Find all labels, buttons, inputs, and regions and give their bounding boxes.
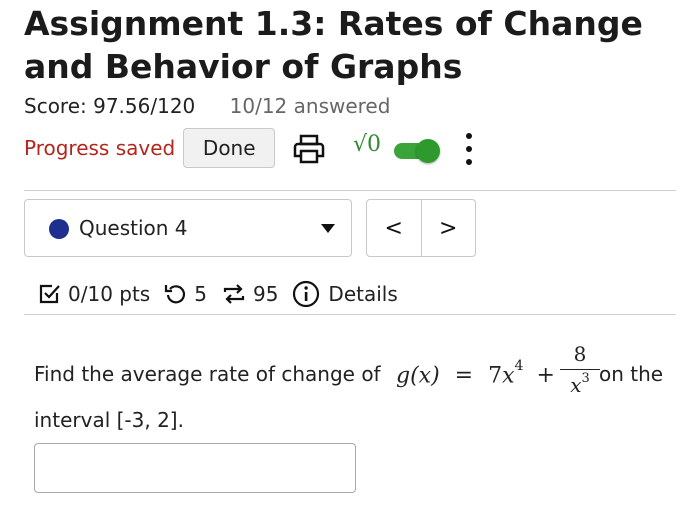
math-toggle-text: √0 <box>353 132 382 157</box>
answered-count: 10/12 answered <box>229 94 391 118</box>
question-meta: 0/10 pts 5 95 Details <box>38 280 398 308</box>
divider-top <box>24 190 676 191</box>
prompt-after: on the <box>599 362 664 386</box>
submissions-count: 95 <box>252 282 279 306</box>
retry-arrows-icon <box>223 284 245 304</box>
answer-input[interactable] <box>34 443 356 493</box>
plus-sign: + <box>536 363 555 389</box>
checkbox-edit-icon <box>39 284 60 304</box>
term1-var: x <box>502 363 515 389</box>
score-text: Score: 97.56/120 <box>24 94 196 118</box>
divider-bottom <box>24 314 676 315</box>
math-toggle-switch[interactable] <box>394 139 440 163</box>
score-row: Score: 97.56/120 10/12 answered <box>24 94 390 118</box>
toggle-knob <box>416 139 440 163</box>
attempts-count: 5 <box>194 282 207 306</box>
term1-coef: 7 <box>488 363 503 389</box>
math-toggle-label[interactable]: √0 <box>353 132 381 157</box>
page-title: Assignment 1.3: Rates of Change and Beha… <box>24 4 643 86</box>
progress-saved-status: Progress saved <box>24 136 176 160</box>
points-text: 0/10 pts <box>68 282 151 306</box>
kebab-menu-icon[interactable] <box>462 131 476 167</box>
fraction-den-exp: 3 <box>581 371 590 387</box>
equals-sign: = <box>454 363 474 389</box>
undo-attempts-icon <box>165 285 186 304</box>
printer-icon[interactable] <box>292 134 326 164</box>
fraction-numerator: 8 <box>573 342 587 366</box>
progress-row: Progress saved Done <box>24 127 276 169</box>
prev-question-button[interactable]: < <box>367 200 421 256</box>
question-select-label: Question 4 <box>79 216 188 240</box>
fraction-den-var: x <box>570 373 582 397</box>
question-nav-group: < > <box>366 199 476 257</box>
fraction: 8 x3 <box>560 342 600 397</box>
next-question-button[interactable]: > <box>421 200 475 256</box>
caret-down-icon <box>321 224 335 233</box>
done-button[interactable]: Done <box>183 128 276 168</box>
info-icon[interactable] <box>292 280 320 308</box>
prompt-before: Find the average rate of change of <box>34 362 381 386</box>
question-select[interactable]: Question 4 <box>24 199 352 257</box>
question-status-dot <box>49 219 69 239</box>
function-name: g(x) <box>396 363 440 389</box>
prompt-line-2: interval [-3, 2]. <box>34 408 184 432</box>
fraction-bar <box>560 369 600 370</box>
details-link[interactable]: Details <box>328 282 397 306</box>
term1-exp: 4 <box>514 358 524 374</box>
